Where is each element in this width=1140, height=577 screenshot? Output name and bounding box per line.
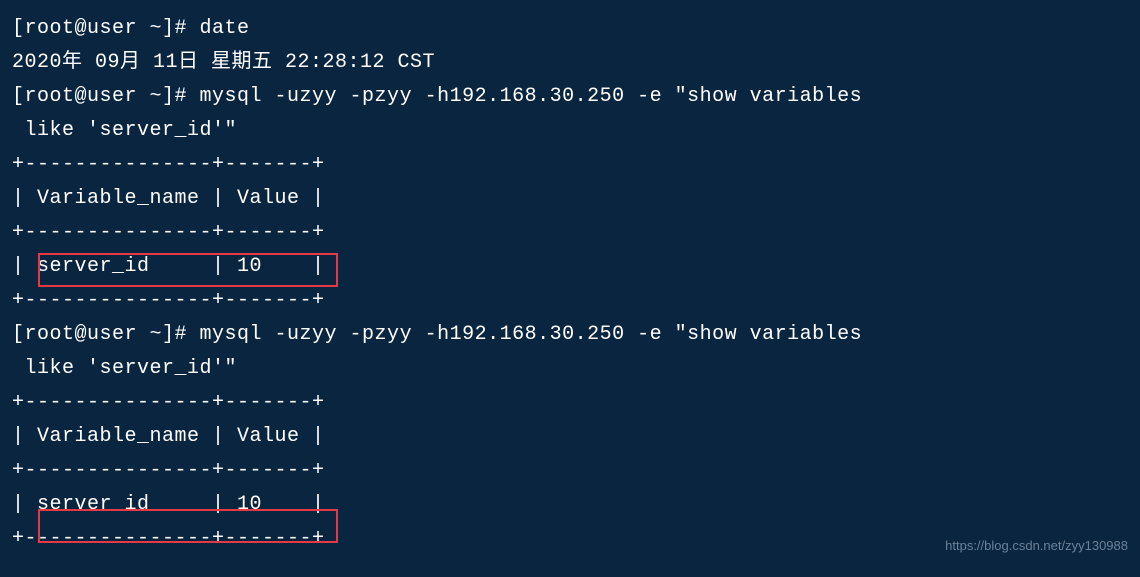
- date-output: 2020年 09月 11日 星期五 22:28:12 CST: [12, 46, 1128, 80]
- command-date: date: [200, 17, 250, 40]
- command-mysql1-part2: like 'server_id'": [12, 114, 1128, 148]
- table1-header: | Variable_name | Value |: [12, 182, 1128, 216]
- terminal-line-prompt-mysql2: [root@user ~]# mysql -uzyy -pzyy -h192.1…: [12, 318, 1128, 352]
- shell-prompt: [root@user ~]#: [12, 85, 200, 108]
- highlight-box-1: [38, 253, 338, 287]
- shell-prompt: [root@user ~]#: [12, 17, 200, 40]
- table2-border-mid: +---------------+-------+: [12, 454, 1128, 488]
- table1-border-bottom: +---------------+-------+: [12, 284, 1128, 318]
- highlight-box-2: [38, 509, 338, 543]
- terminal-line-prompt-mysql1: [root@user ~]# mysql -uzyy -pzyy -h192.1…: [12, 80, 1128, 114]
- command-mysql1-part1: mysql -uzyy -pzyy -h192.168.30.250 -e "s…: [200, 85, 863, 108]
- table1-border-top: +---------------+-------+: [12, 148, 1128, 182]
- table2-header: | Variable_name | Value |: [12, 420, 1128, 454]
- terminal-line-prompt-date: [root@user ~]# date: [12, 12, 1128, 46]
- shell-prompt: [root@user ~]#: [12, 323, 200, 346]
- command-mysql2-part2: like 'server_id'": [12, 352, 1128, 386]
- table2-border-top: +---------------+-------+: [12, 386, 1128, 420]
- table1-border-mid: +---------------+-------+: [12, 216, 1128, 250]
- command-mysql2-part1: mysql -uzyy -pzyy -h192.168.30.250 -e "s…: [200, 323, 863, 346]
- watermark: https://blog.csdn.net/zyy130988: [945, 535, 1128, 557]
